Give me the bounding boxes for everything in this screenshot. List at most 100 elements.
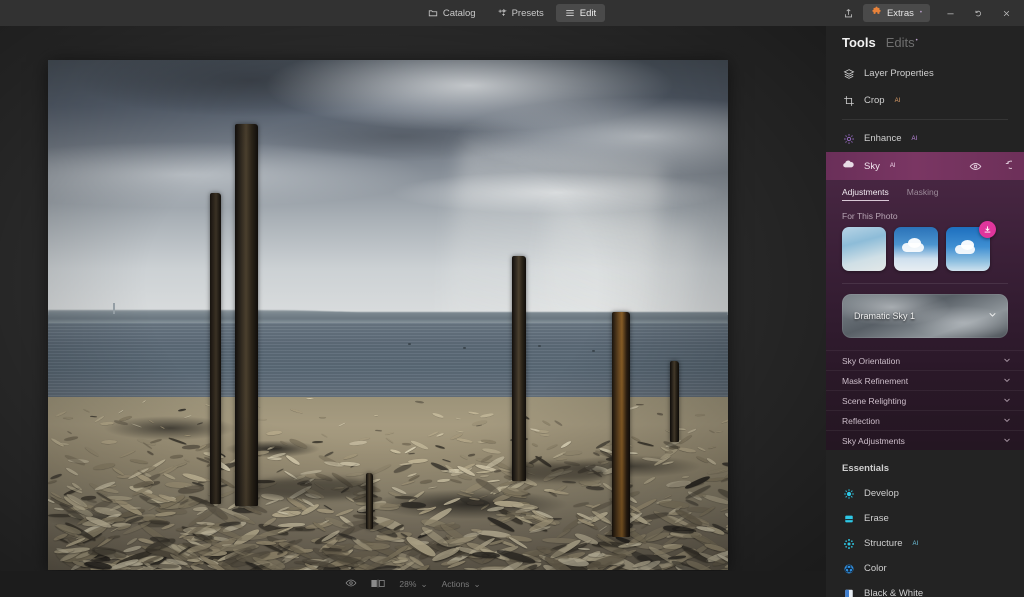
tab-tools[interactable]: Tools (842, 35, 876, 50)
canvas-area[interactable]: 28% ⌄ Actions ⌄ (0, 26, 826, 597)
mode-tab-presets-label: Presets (511, 7, 544, 19)
essentials-item-develop[interactable]: Develop (826, 481, 1024, 506)
layers-icon (842, 67, 855, 80)
sidebar-tab-group: Tools Edits• (826, 26, 1024, 60)
sidebar-divider (842, 119, 1008, 120)
lighthouse (112, 302, 115, 314)
wooden-post-4 (612, 312, 631, 537)
title-bar: Catalog Presets Edit Extras • (0, 0, 1024, 26)
essentials-group-title: Essentials (842, 463, 889, 474)
photo-canvas[interactable] (48, 60, 728, 570)
extras-button[interactable]: Extras • (862, 4, 930, 22)
tool-enhance[interactable]: Enhance AI (826, 125, 1024, 152)
zoom-level-control[interactable]: 28% ⌄ (399, 579, 427, 590)
develop-icon (842, 487, 855, 500)
tool-crop[interactable]: Crop AI (826, 87, 1024, 114)
minimize-icon[interactable] (936, 0, 964, 26)
essentials-item-develop-label: Develop (864, 488, 899, 499)
right-sidebar: Tools Edits• Layer Properties Crop AI En… (826, 26, 1024, 597)
essentials-item-erase[interactable]: Erase (826, 506, 1024, 531)
boat-3 (537, 344, 541, 347)
actions-label: Actions (441, 579, 470, 589)
essentials-item-structure[interactable]: Structure AI (826, 531, 1024, 556)
folder-icon (428, 8, 438, 18)
section-reflection-label: Reflection (842, 415, 880, 426)
section-sky-orientation[interactable]: Sky Orientation (826, 350, 1024, 370)
essentials-structure-ai-badge: AI (912, 540, 919, 547)
sky-thumb-2[interactable] (894, 227, 938, 271)
sky-thumbnail-list (826, 221, 1024, 281)
window-controls: Extras • (835, 0, 1024, 26)
wooden-post-2 (209, 192, 221, 504)
tab-edits[interactable]: Edits• (886, 35, 918, 50)
cloud-icon (842, 158, 855, 174)
download-icon[interactable] (979, 221, 996, 238)
essentials-item-erase-label: Erase (864, 513, 889, 524)
actions-menu-button[interactable]: Actions ⌄ (442, 579, 481, 590)
mode-tab-presets[interactable]: Presets (488, 4, 553, 22)
compare-split-icon (371, 578, 386, 591)
chevron-down-icon: ⌄ (473, 578, 481, 589)
chevron-down-icon (1002, 355, 1012, 367)
section-sky-adjustments[interactable]: Sky Adjustments (826, 430, 1024, 450)
wooden-post-1 (235, 123, 259, 507)
mode-tab-edit[interactable]: Edit (555, 4, 606, 22)
mode-tab-catalog[interactable]: Catalog (419, 4, 485, 22)
section-reflection[interactable]: Reflection (826, 410, 1024, 430)
mode-tab-catalog-label: Catalog (442, 7, 476, 19)
post-shadow-1 (252, 478, 375, 499)
crop-icon (842, 94, 855, 107)
wooden-post-6 (366, 473, 374, 530)
tool-enhance-ai-badge: AI (911, 135, 918, 142)
tab-edits-sup: • (915, 37, 918, 44)
sky-preset-dropdown[interactable]: Dramatic Sky 1 (842, 294, 1008, 338)
sky-thumb-1[interactable] (842, 227, 886, 271)
section-sky-adjustments-label: Sky Adjustments (842, 435, 905, 446)
color-wheel-icon (842, 562, 855, 575)
preview-toggle-button[interactable] (345, 577, 357, 591)
extras-label: Extras (886, 7, 914, 19)
chevron-down-icon (1002, 375, 1012, 387)
restore-icon[interactable] (964, 0, 992, 26)
tab-edits-label: Edits (885, 35, 915, 50)
sky-reset-arrow-icon[interactable] (999, 160, 1012, 173)
boat-4 (592, 349, 595, 352)
sky-tab-masking[interactable]: Masking (907, 187, 939, 201)
section-mask-refinement-label: Mask Refinement (842, 375, 909, 386)
erase-icon (842, 512, 855, 525)
share-icon[interactable] (835, 0, 863, 26)
essentials-item-structure-label: Structure (864, 538, 903, 549)
sky-tool-label: Sky (864, 160, 880, 172)
extras-sup: • (919, 10, 922, 16)
sky-tool-header[interactable]: Sky AI (826, 152, 1024, 180)
tool-crop-ai-badge: AI (894, 97, 901, 104)
eye-icon (345, 577, 357, 591)
sky-preset-label: Dramatic Sky 1 (854, 311, 916, 321)
chevron-down-icon (987, 307, 998, 325)
bottom-toolbar: 28% ⌄ Actions ⌄ (0, 571, 826, 597)
essentials-item-color[interactable]: Color (826, 556, 1024, 581)
essentials-item-black-white[interactable]: Black & White (826, 581, 1024, 597)
sliders-icon (565, 8, 575, 18)
puzzle-icon (871, 6, 882, 20)
wooden-post-3 (511, 256, 527, 481)
wooden-post-5 (670, 360, 680, 443)
enhance-sparkle-icon (842, 132, 855, 145)
chevron-down-icon (1002, 415, 1012, 427)
chevron-down-icon: ⌄ (420, 578, 428, 589)
sky-visibility-eye-icon[interactable] (969, 160, 982, 173)
sky-thumb-3[interactable] (946, 221, 996, 271)
chevron-down-icon (1002, 395, 1012, 407)
sky-tool-panel: Sky AI Adjustments Masking For This Phot… (826, 152, 1024, 450)
sky-sub-tabs: Adjustments Masking (826, 180, 1024, 207)
essentials-item-black-white-label: Black & White (864, 588, 924, 597)
sky-tab-adjustments[interactable]: Adjustments (842, 187, 889, 201)
boat-2 (462, 347, 466, 350)
compare-split-button[interactable] (371, 578, 386, 591)
close-icon[interactable] (992, 0, 1020, 26)
tool-enhance-label: Enhance (864, 133, 902, 144)
section-scene-relighting[interactable]: Scene Relighting (826, 390, 1024, 410)
section-sky-orientation-label: Sky Orientation (842, 355, 901, 366)
tool-layer-properties[interactable]: Layer Properties (826, 60, 1024, 87)
section-mask-refinement[interactable]: Mask Refinement (826, 370, 1024, 390)
